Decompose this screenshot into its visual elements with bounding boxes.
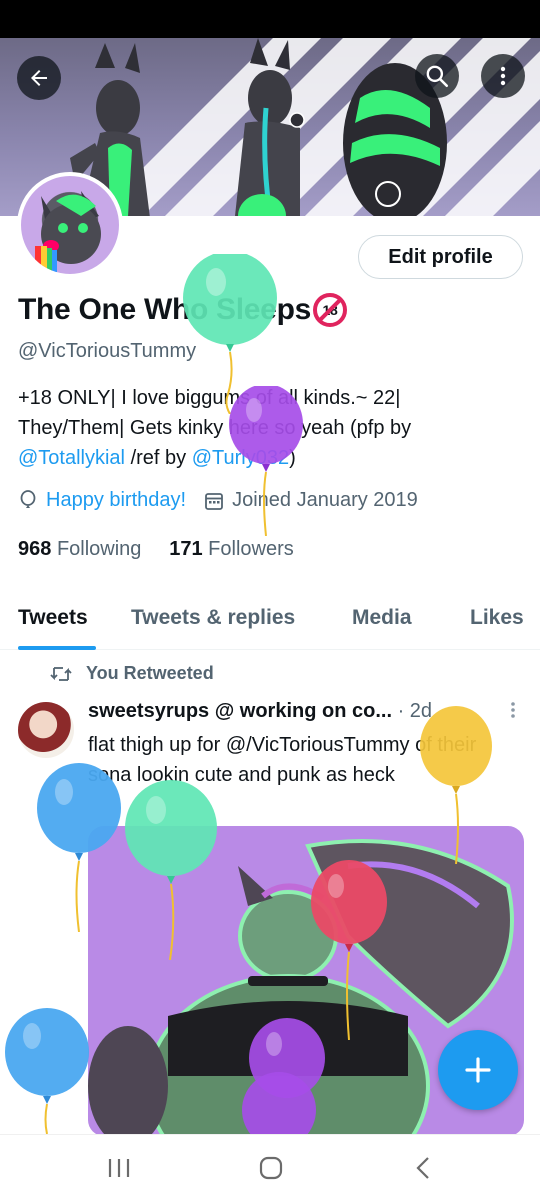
recent-apps-icon[interactable] (106, 1157, 132, 1179)
followers-stat[interactable]: 171 Followers (169, 538, 294, 560)
balloon-decoration (229, 386, 303, 536)
tweet-author-name[interactable]: sweetsyrups @ working on co... (88, 700, 392, 722)
retweet-icon (50, 666, 72, 681)
tweet-author-avatar[interactable] (18, 702, 74, 758)
tweet-more-icon[interactable] (506, 700, 520, 720)
system-navigation-bar (0, 1134, 540, 1200)
profile-avatar[interactable] (17, 172, 123, 278)
back-button[interactable] (17, 56, 61, 100)
compose-tweet-button[interactable] (438, 1030, 518, 1110)
retweet-indicator: You Retweeted (50, 663, 214, 684)
followers-count: 171 (169, 538, 203, 560)
more-options-button[interactable] (481, 54, 525, 98)
tab-tweets-replies[interactable]: Tweets & replies (131, 606, 295, 630)
following-stat[interactable]: 968 Following (18, 538, 141, 560)
search-button[interactable] (415, 54, 459, 98)
edit-profile-button[interactable]: Edit profile (358, 235, 523, 279)
followers-label: Followers (208, 538, 294, 560)
status-bar (0, 0, 540, 38)
back-nav-icon[interactable] (412, 1155, 434, 1181)
age-restriction-badge: 18 (312, 293, 347, 327)
more-vertical-icon (500, 66, 506, 86)
home-icon[interactable] (258, 1155, 284, 1181)
search-icon (426, 65, 449, 88)
following-label: Following (56, 538, 142, 560)
birthday-link[interactable]: Happy birthday! (46, 489, 186, 512)
retweet-label: You Retweeted (86, 663, 214, 683)
balloon-icon (20, 489, 36, 508)
back-arrow-icon (31, 70, 47, 86)
follow-stats: 968 Following 171 Followers (18, 538, 294, 561)
bio-text: /ref by (125, 447, 192, 469)
profile-handle: @VicToriousTummy (18, 340, 197, 362)
profile-tabs: Tweets Tweets & replies Media Likes (0, 594, 540, 650)
tab-likes[interactable]: Likes (470, 606, 524, 630)
profile-meta: Happy birthday! Joined January 2019 (18, 489, 418, 512)
bio-mention-link[interactable]: @Totallykial (18, 447, 125, 469)
active-tab-indicator (18, 646, 96, 650)
calendar-icon (205, 492, 223, 510)
avatar-artwork (35, 191, 101, 272)
balloon-decoration (5, 1008, 89, 1135)
tab-tweets[interactable]: Tweets (18, 606, 88, 630)
tab-media[interactable]: Media (352, 606, 412, 630)
balloon-decoration (37, 763, 121, 932)
balloon-decoration (311, 860, 387, 1040)
balloon-decoration (242, 1072, 316, 1134)
following-count: 968 (18, 538, 52, 560)
balloon-decoration (125, 780, 217, 960)
balloon-decoration (420, 706, 492, 864)
plus-icon (465, 1057, 491, 1083)
